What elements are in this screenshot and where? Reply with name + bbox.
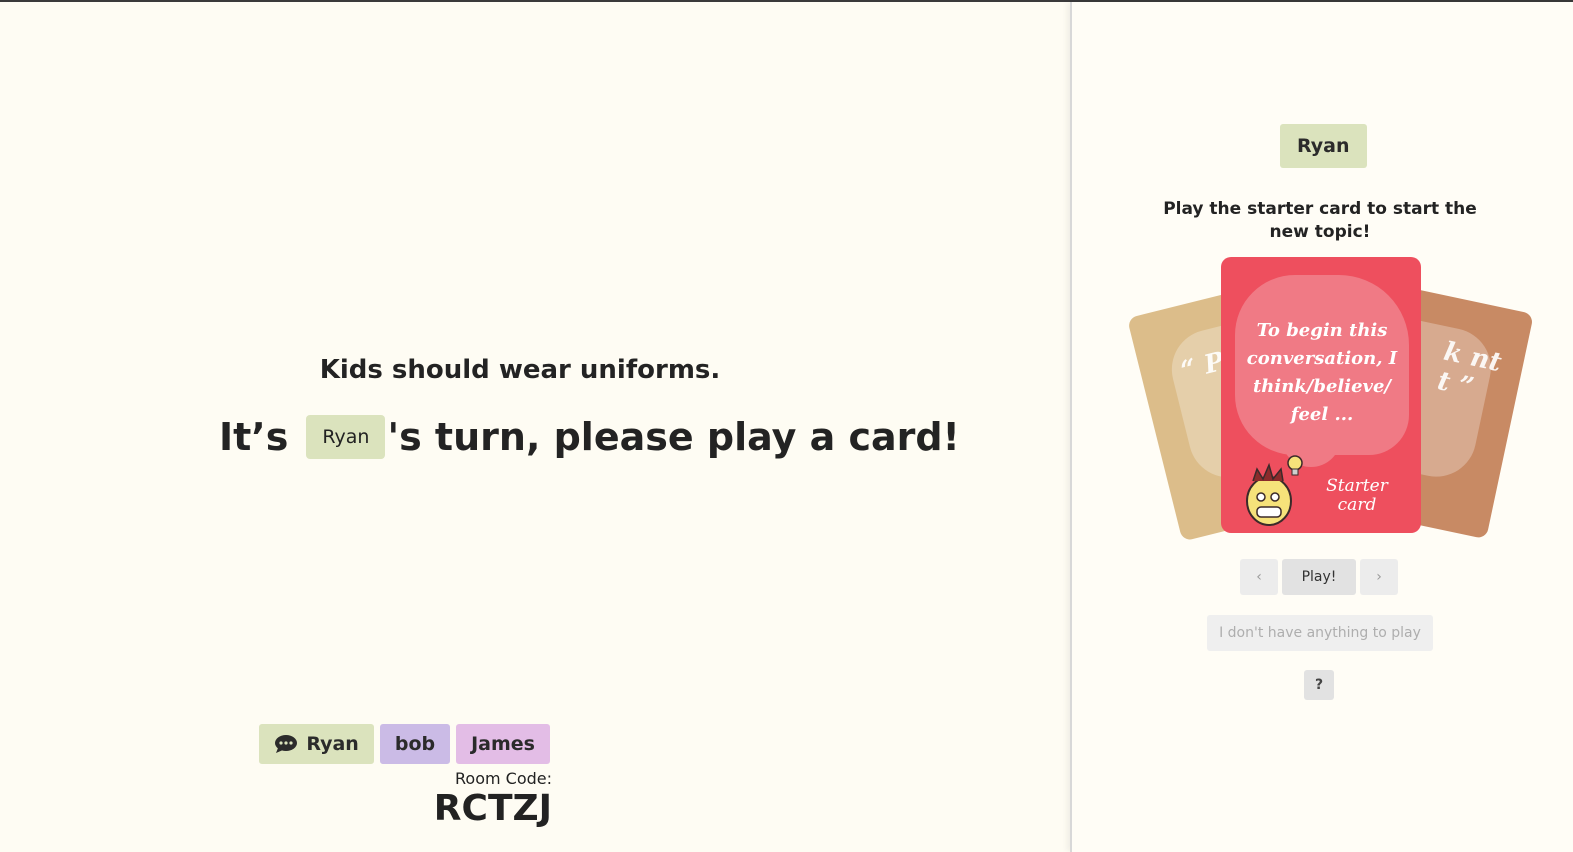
room-code-label: Room Code: bbox=[455, 769, 552, 788]
player-chip-james[interactable]: James bbox=[456, 724, 550, 764]
turn-message: It’s Ryan 's turn, please play a card! bbox=[219, 412, 960, 462]
card-navigation: ‹ Play! › bbox=[1240, 559, 1398, 595]
topic-title: Kids should wear uniforms. bbox=[319, 355, 721, 385]
turn-prefix: It’s bbox=[219, 415, 289, 459]
next-card-button[interactable]: › bbox=[1360, 559, 1398, 595]
card-hand: “ Pl pi a k nt t ” To begin this convers… bbox=[1127, 252, 1534, 542]
player-chip-ryan[interactable]: Ryan bbox=[259, 724, 374, 764]
current-player-chip: Ryan bbox=[1280, 124, 1367, 168]
room-code: RCTZJ bbox=[433, 788, 552, 829]
game-board: Kids should wear uniforms. It’s Ryan 's … bbox=[0, 2, 1070, 852]
starter-card-label: Starter card bbox=[1326, 476, 1388, 515]
thinking-face-icon bbox=[1246, 455, 1303, 526]
instruction-text: Play the starter card to start the new t… bbox=[1163, 199, 1477, 242]
nothing-to-play-button[interactable]: I don't have anything to play bbox=[1207, 615, 1433, 651]
turn-suffix: 's turn, please play a card! bbox=[387, 415, 960, 459]
player-list: Ryan bob James bbox=[259, 724, 550, 764]
starter-card[interactable]: To begin this conversation, I think/beli… bbox=[1221, 257, 1421, 533]
player-chip-bob[interactable]: bob bbox=[379, 724, 451, 764]
chat-bubble-icon bbox=[275, 735, 298, 753]
previous-card-button[interactable]: ‹ bbox=[1240, 559, 1278, 595]
play-card-button[interactable]: Play! bbox=[1282, 559, 1356, 595]
card-partial-text: k nt t ” bbox=[1434, 336, 1504, 403]
player-name: James bbox=[471, 733, 535, 755]
help-button[interactable]: ? bbox=[1304, 670, 1334, 700]
player-hand-panel: Ryan Play the starter card to start the … bbox=[1070, 2, 1573, 852]
turn-player-chip: Ryan bbox=[306, 415, 386, 459]
player-name: bob bbox=[394, 733, 436, 755]
player-name: Ryan bbox=[306, 733, 359, 755]
starter-card-text: To begin this conversation, I think/beli… bbox=[1246, 320, 1398, 425]
